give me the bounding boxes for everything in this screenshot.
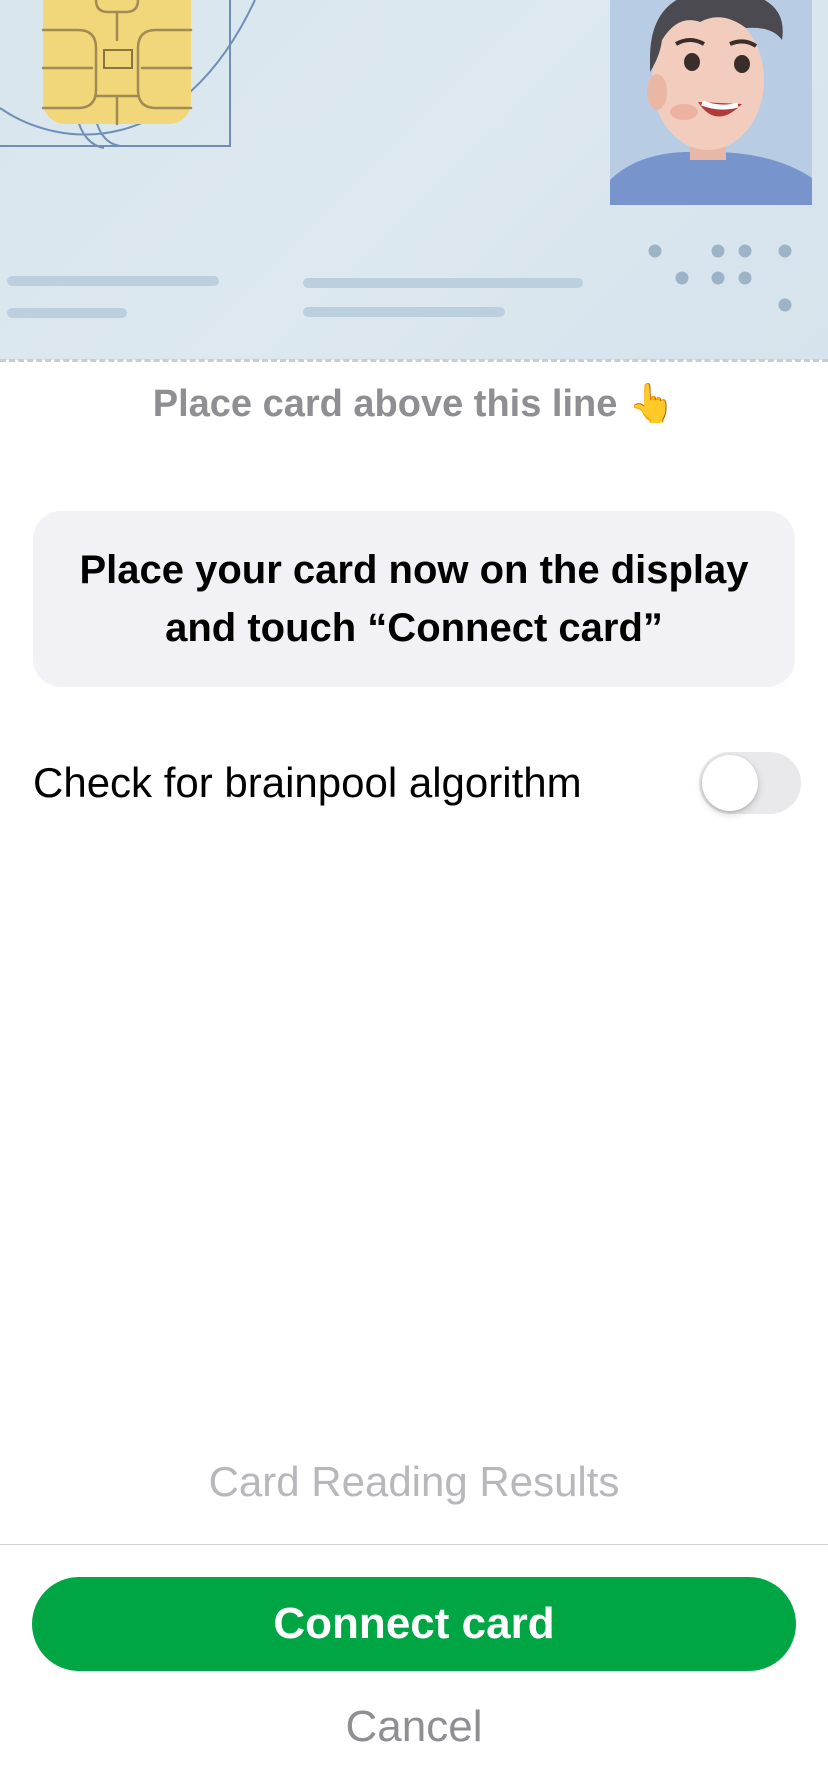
connect-card-button[interactable]: Connect card — [32, 1577, 796, 1671]
card-dot-pattern — [648, 244, 792, 312]
card-chip-icon — [41, 0, 193, 126]
card-text-bars — [7, 276, 583, 318]
toggle-knob — [702, 755, 758, 811]
brainpool-option-label: Check for brainpool algorithm — [33, 759, 582, 806]
brainpool-toggle-switch[interactable] — [699, 752, 801, 814]
card-placement-line — [0, 359, 828, 362]
bottom-divider — [0, 1544, 828, 1545]
instruction-box: Place your card now on the display and t… — [33, 511, 795, 687]
brainpool-option-row: Check for brainpool algorithm — [33, 750, 801, 816]
nfc-card-reader-screen: Place card above this line 👆 Place your … — [0, 0, 828, 1792]
card-placement-hint-text: Place card above this line — [152, 383, 618, 425]
card-reading-results-link[interactable]: Card Reading Results — [0, 1458, 828, 1506]
card-placement-hint: Place card above this line 👆 — [0, 382, 828, 426]
pointing-up-hand-icon: 👆 — [627, 383, 676, 425]
instruction-text: Place your card now on the display and t… — [79, 548, 749, 650]
person-portrait-icon — [610, 0, 812, 205]
cancel-button[interactable]: Cancel — [0, 1702, 828, 1752]
id-card-illustration — [0, 0, 828, 360]
